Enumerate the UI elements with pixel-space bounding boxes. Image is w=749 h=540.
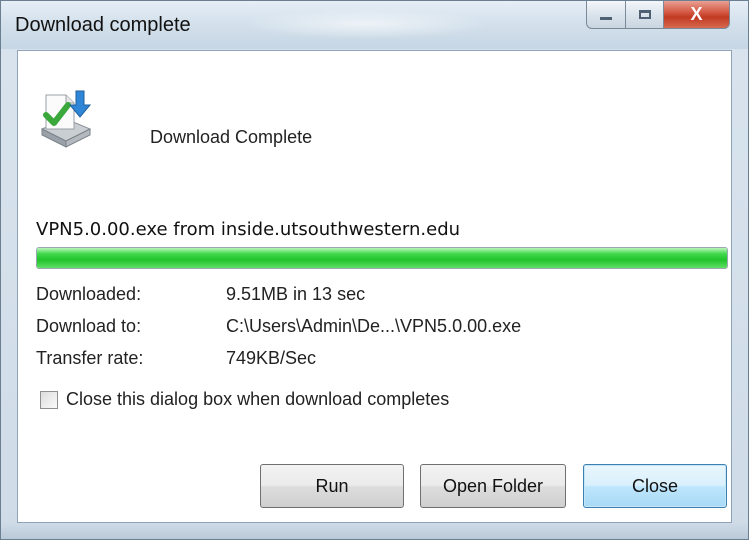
download-status-heading: Download Complete: [150, 127, 313, 147]
progress-fill: [37, 248, 727, 268]
download-complete-dialog: Download complete X Download Complete VP…: [0, 0, 749, 540]
downloaded-value: 9.51MB in 13 sec: [226, 284, 366, 304]
close-window-button[interactable]: X: [664, 1, 730, 29]
close-button[interactable]: Close: [583, 464, 727, 508]
run-button[interactable]: Run: [260, 464, 404, 508]
maximize-button[interactable]: [626, 1, 664, 29]
download-complete-icon: [40, 90, 92, 148]
download-to-value: C:\Users\Admin\De...\VPN5.0.00.exe: [226, 316, 522, 336]
dialog-content: Download Complete VPN5.0.00.exe from ins…: [17, 50, 732, 523]
close-icon: X: [690, 4, 703, 24]
close-when-done-label[interactable]: Close this dialog box when download comp…: [66, 389, 449, 410]
download-to-label: Download to:: [36, 316, 142, 336]
transfer-rate-value: 749KB/Sec: [226, 348, 317, 368]
minimize-button[interactable]: [586, 1, 626, 29]
caption-buttons: X: [586, 1, 730, 31]
window-bottom-border: [1, 523, 748, 539]
close-when-done-checkbox[interactable]: [40, 390, 58, 409]
downloaded-label: Downloaded:: [36, 284, 142, 304]
download-progress-bar: [36, 247, 728, 269]
file-source-text: VPN5.0.00.exe from inside.utsouthwestern…: [36, 219, 461, 240]
close-when-done-option[interactable]: Close this dialog box when download comp…: [40, 389, 449, 410]
minimize-icon: [600, 17, 612, 20]
title-bar-glass: [241, 9, 491, 39]
open-folder-button[interactable]: Open Folder: [420, 464, 566, 508]
maximize-icon: [638, 10, 651, 19]
transfer-rate-label: Transfer rate:: [36, 348, 144, 368]
window-title: Download complete: [15, 14, 191, 36]
title-bar[interactable]: Download complete X: [1, 1, 748, 49]
